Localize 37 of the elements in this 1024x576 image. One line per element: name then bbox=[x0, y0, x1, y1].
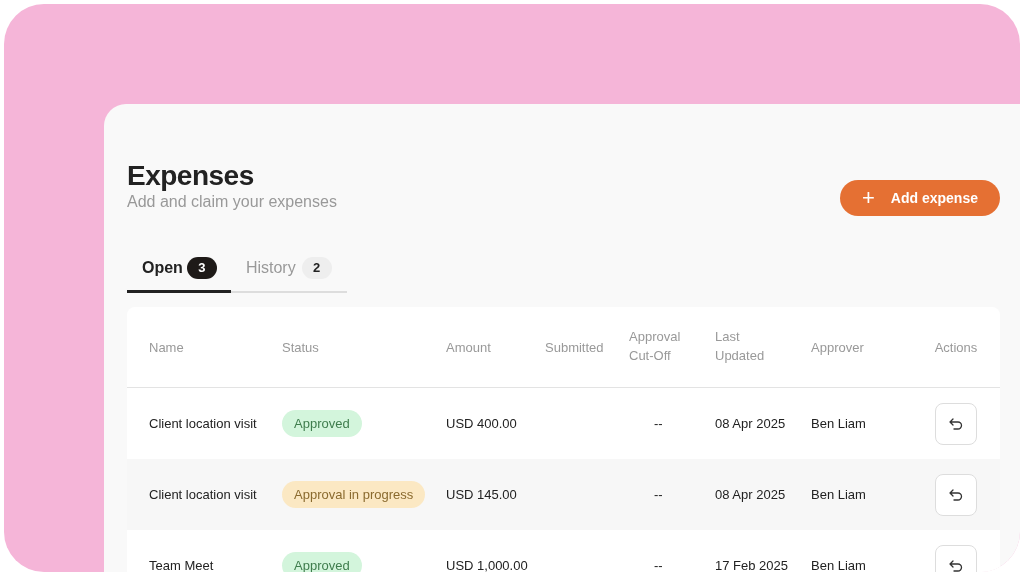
count-badge: 3 bbox=[186, 257, 217, 279]
undo-icon bbox=[949, 488, 963, 501]
table-cell: 08 Apr 2025 bbox=[715, 486, 786, 502]
undo-icon bbox=[949, 559, 963, 572]
column-header: Status bbox=[282, 339, 319, 357]
table-cell: -- bbox=[654, 486, 663, 502]
table-cell: Team Meet bbox=[149, 557, 214, 572]
column-header: Submitted bbox=[545, 339, 604, 357]
page-title: Expenses bbox=[127, 160, 255, 192]
status-badge: Approved bbox=[282, 409, 362, 438]
table-cell: Client location visit bbox=[149, 415, 257, 431]
table-cell: Client location visit bbox=[149, 486, 257, 502]
table-cell: 17 Feb 2025 bbox=[715, 557, 788, 572]
table-cell: Ben Liam bbox=[811, 557, 866, 572]
table-cell: USD 145.00 bbox=[446, 486, 517, 502]
tab[interactable]: Open 3 bbox=[127, 256, 231, 293]
tab[interactable]: History 2 bbox=[230, 256, 346, 293]
column-header: Last Updated bbox=[715, 328, 766, 365]
undo-button[interactable] bbox=[935, 402, 977, 445]
undo-icon bbox=[949, 417, 963, 430]
column-header: Approver bbox=[811, 339, 864, 357]
undo-button[interactable] bbox=[935, 473, 977, 516]
table-cell: Ben Liam bbox=[811, 486, 866, 502]
table-cell: USD 1,000.00 bbox=[446, 557, 528, 572]
table-cell: Ben Liam bbox=[811, 415, 866, 431]
column-header: Name bbox=[148, 339, 184, 357]
column-header: Amount bbox=[446, 339, 491, 357]
column-header: Approval Cut-Off bbox=[629, 328, 682, 365]
table-cell: USD 400.00 bbox=[446, 415, 517, 431]
table-cell: 08 Apr 2025 bbox=[715, 415, 786, 431]
status-badge: Approved bbox=[282, 551, 362, 572]
column-header: Actions bbox=[934, 338, 978, 357]
count-badge: 2 bbox=[301, 257, 332, 279]
status-badge: Approval in progress bbox=[282, 480, 426, 509]
page-subtitle: Add and claim your expenses bbox=[127, 192, 337, 212]
table-cell: -- bbox=[654, 557, 663, 572]
table-cell: -- bbox=[654, 415, 663, 431]
